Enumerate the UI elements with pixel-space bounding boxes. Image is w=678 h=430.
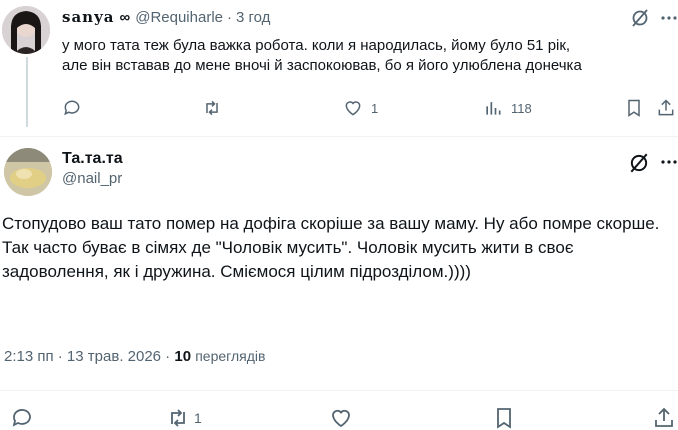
views-icon xyxy=(486,102,501,115)
reply-icon xyxy=(64,100,80,116)
more-icon[interactable] xyxy=(659,152,678,172)
bookmark-button[interactable] xyxy=(492,406,516,430)
timestamp[interactable]: 2:13 пп · 13 трав. 2026 · xyxy=(4,348,170,365)
views-button[interactable]: 118 xyxy=(483,98,532,118)
repost-icon xyxy=(206,100,218,116)
like-button[interactable] xyxy=(329,406,353,430)
repost-button[interactable]: 1 xyxy=(166,406,202,430)
bookmark-icon xyxy=(497,408,511,429)
bookmark-icon xyxy=(628,99,640,117)
handle[interactable]: @nail_pr xyxy=(62,170,123,187)
share-icon xyxy=(658,99,674,116)
reply-icon xyxy=(12,409,31,427)
views-count: 118 xyxy=(511,100,532,116)
like-count: 1 xyxy=(371,100,379,116)
share-button[interactable] xyxy=(656,98,676,118)
bookmark-button[interactable] xyxy=(624,98,644,118)
tweet2-text: Стопудово ваш тато помер на дофіга скорі… xyxy=(2,214,660,281)
tweet1-text-line2: але він вставав до мене вночі й заспокою… xyxy=(62,57,582,74)
more-icon[interactable] xyxy=(659,8,678,28)
thread-connector xyxy=(26,57,28,127)
avatar[interactable] xyxy=(2,6,50,54)
display-name[interactable]: sanya xyxy=(62,8,115,26)
tweet1-header: sanya ∞ @Requiharle · 3 год xyxy=(62,8,270,26)
separator: · xyxy=(227,8,232,26)
name-emoji: ∞ xyxy=(119,8,131,26)
like-button[interactable]: 1 xyxy=(343,98,378,118)
reply-button[interactable] xyxy=(10,406,34,430)
reply-button[interactable] xyxy=(62,98,82,118)
display-name[interactable]: Та.та.та xyxy=(62,150,123,168)
avatar[interactable] xyxy=(4,148,52,196)
views-label: переглядів xyxy=(195,348,266,364)
divider xyxy=(0,136,678,137)
repost-button[interactable] xyxy=(202,98,222,118)
grok-icon[interactable] xyxy=(628,152,650,174)
timestamp[interactable]: 3 год xyxy=(236,9,270,26)
grok-icon[interactable] xyxy=(630,8,650,28)
tweet-meta: 2:13 пп · 13 трав. 2026 · 10 переглядів xyxy=(4,348,265,365)
share-button[interactable] xyxy=(652,406,676,430)
handle[interactable]: @Requiharle xyxy=(135,9,223,26)
views-count: 10 xyxy=(174,348,192,365)
heart-icon xyxy=(345,101,361,116)
share-icon xyxy=(655,407,673,427)
repost-count: 1 xyxy=(194,410,202,426)
tweet2-header: Та.та.та @nail_pr xyxy=(62,150,123,187)
heart-icon xyxy=(332,409,350,428)
repost-icon xyxy=(171,409,185,427)
tweet1-text: у мого тата теж була важка робота. коли … xyxy=(62,36,674,76)
divider xyxy=(0,390,678,391)
tweet1-text-line1: у мого тата теж була важка робота. коли … xyxy=(62,37,571,54)
